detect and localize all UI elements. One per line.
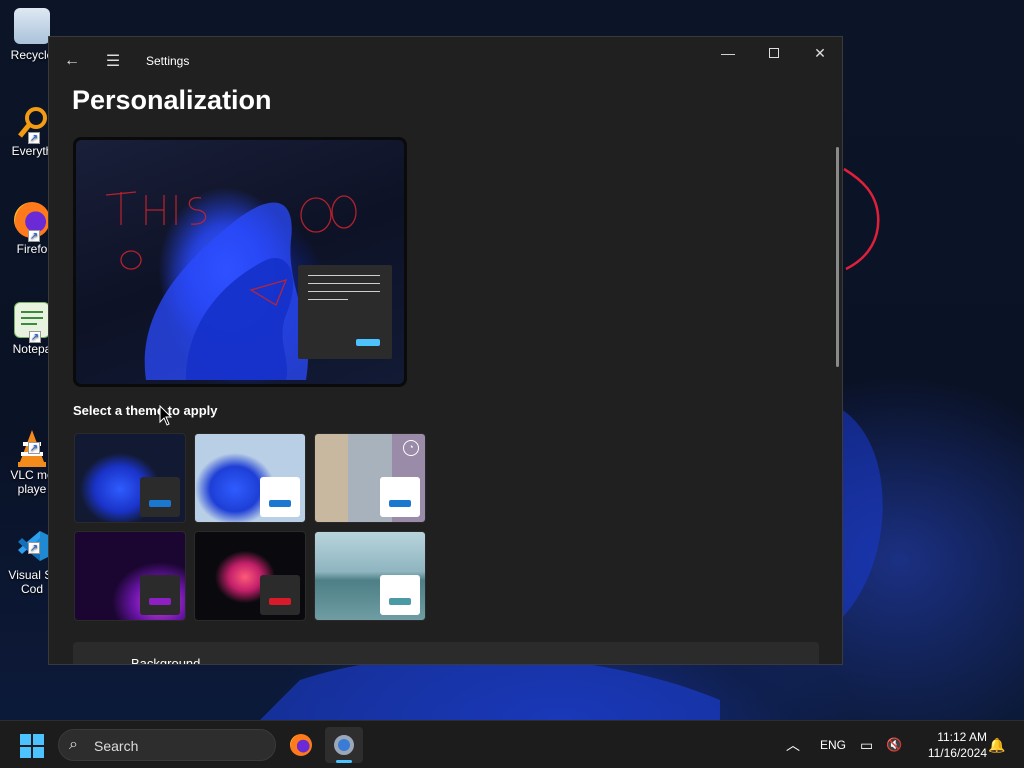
language-label: ENG: [820, 738, 847, 752]
theme-glow[interactable]: ◔: [314, 433, 426, 523]
theme-light-bloom[interactable]: [194, 433, 306, 523]
theme-section-label: Select a theme to apply: [73, 403, 218, 418]
theme-mini-window: [140, 575, 180, 615]
chevron-up-icon: ︿: [786, 737, 800, 753]
speaker-muted-icon: 🔇: [886, 737, 903, 752]
search-placeholder: Search: [94, 738, 139, 754]
minimize-button[interactable]: —: [705, 37, 751, 69]
theme-captured-motion[interactable]: [74, 531, 186, 621]
windows-logo-icon: [20, 734, 31, 745]
clock-time: 11:12 AM: [937, 730, 987, 744]
settings-window: ← ☰ Settings — ✕ Personalization Select …: [48, 36, 843, 665]
firefox-icon: ↗: [14, 202, 50, 242]
theme-mini-window: [260, 575, 300, 615]
minimize-icon: —: [721, 45, 735, 61]
app-title: Settings: [146, 54, 190, 68]
page-title: Personalization: [72, 85, 272, 115]
desktop-icon-label: Notepa: [12, 342, 52, 356]
search-icon: ⌕: [69, 736, 78, 753]
maximize-button[interactable]: [751, 37, 797, 69]
theme-sunrise[interactable]: [314, 531, 426, 621]
everything-search-icon: ↗: [14, 104, 50, 144]
back-button[interactable]: ←: [57, 47, 87, 75]
theme-preview: [73, 137, 407, 387]
clock[interactable]: 11:12 AM 11/16/2024: [912, 729, 987, 761]
desktop-icon-label: Everyth: [11, 144, 53, 158]
volume-button[interactable]: 🔇: [886, 721, 902, 768]
hamburger-menu-icon: ☰: [105, 53, 121, 70]
show-hidden-icons-button[interactable]: ︿: [786, 721, 800, 768]
taskbar-search[interactable]: ⌕ Search: [58, 729, 276, 761]
title-bar: ← ☰ Settings — ✕: [49, 37, 842, 85]
background-setting-card[interactable]: Background: [73, 642, 819, 665]
scrollbar[interactable]: [836, 147, 839, 367]
language-indicator[interactable]: ENG: [820, 721, 846, 768]
vscode-icon: ↗: [14, 514, 50, 561]
background-card-label: Background: [131, 656, 201, 665]
desktop-icon-label: Firefo: [16, 242, 48, 256]
theme-dark-bloom[interactable]: [74, 433, 186, 523]
clock-date: 11/16/2024: [927, 746, 987, 760]
theme-mini-window: [380, 575, 420, 615]
theme-mini-window: [260, 477, 300, 517]
navigation-menu-button[interactable]: ☰: [98, 47, 128, 75]
mouse-cursor-icon: [159, 405, 173, 426]
notepad-icon: ↗: [14, 302, 50, 343]
firefox-icon: [290, 734, 312, 756]
close-icon: ✕: [814, 44, 826, 61]
vlc-icon: ↗: [14, 414, 50, 467]
network-icon: ▭: [860, 736, 874, 753]
bell-icon: 🔔: [988, 736, 1006, 753]
theme-flow[interactable]: [194, 531, 306, 621]
start-button[interactable]: [20, 734, 44, 758]
desktop-icon-label: Recycle: [10, 48, 54, 62]
close-button[interactable]: ✕: [797, 37, 842, 69]
preview-window-mock: [298, 265, 392, 359]
taskbar: ⌕ Search ︿ ENG ▭ 🔇 11:12 AM 11/16/2024 🔔: [0, 720, 1024, 768]
settings-gear-icon: [334, 735, 354, 755]
theme-mini-window: [140, 477, 180, 517]
red-scribble: [843, 167, 880, 271]
network-button[interactable]: ▭: [860, 721, 873, 768]
maximize-icon: [769, 48, 779, 58]
taskbar-firefox[interactable]: [282, 727, 320, 763]
recycle-bin-icon: [14, 8, 50, 44]
back-arrow-icon: ←: [64, 52, 80, 69]
theme-mini-window: [380, 477, 420, 517]
notifications-button[interactable]: 🔔: [988, 721, 1005, 768]
sync-badge-icon: ◔: [403, 440, 419, 456]
taskbar-settings[interactable]: [325, 727, 363, 763]
